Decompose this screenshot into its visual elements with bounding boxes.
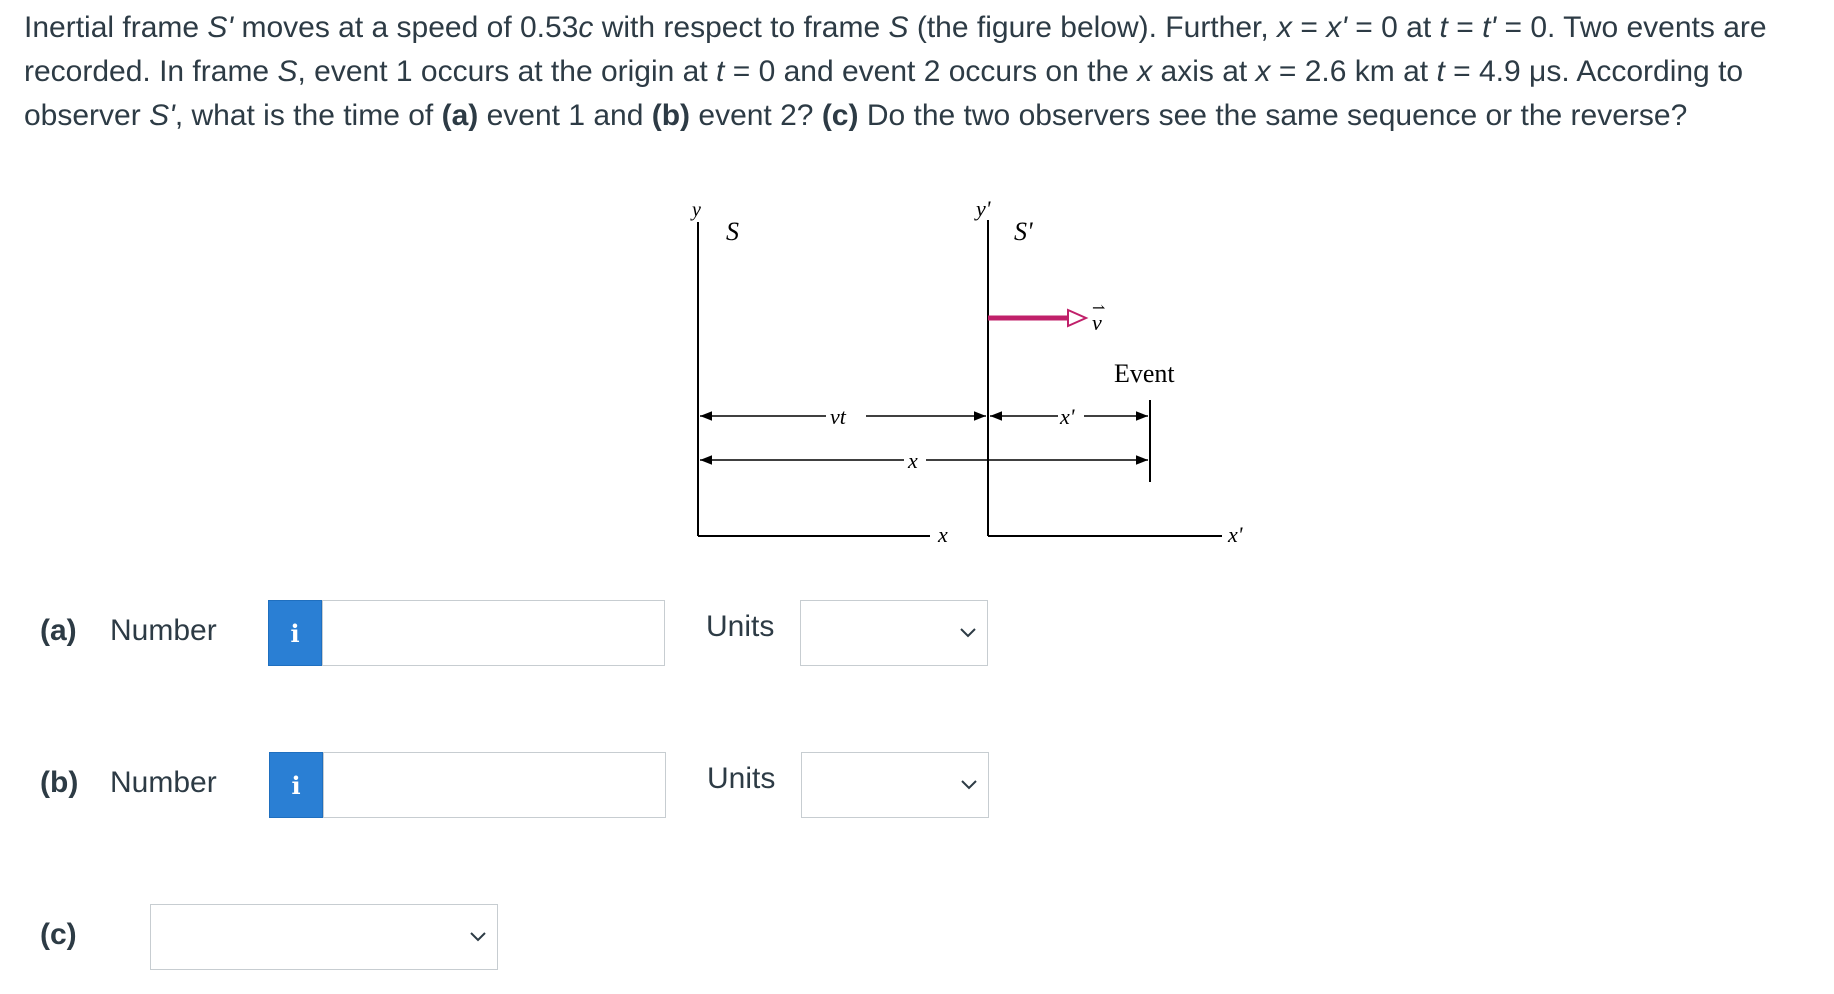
part-c-row: (c): [0, 904, 600, 970]
part-a-info-button[interactable]: i: [268, 600, 322, 666]
part-b-row: (b) Number i Units: [0, 752, 1000, 818]
part-b-number-input[interactable]: [323, 752, 666, 818]
x-dim-label: x: [907, 448, 918, 473]
part-b-units-select[interactable]: [801, 752, 989, 818]
sprime-y-label: y': [974, 196, 991, 221]
xprime-dim-label: x': [1059, 404, 1075, 429]
reference-frames-figure: y S x y' S' x' v ⇀ Event vt x' x: [690, 196, 1243, 547]
part-b-number-label: Number: [110, 766, 217, 799]
part-a-number-label: Number: [110, 614, 217, 647]
velocity-vector-mark: ⇀: [1092, 300, 1105, 317]
vt-label: vt: [830, 404, 847, 429]
part-b-label: (b): [40, 766, 79, 799]
sprime-x-axis-label: x': [1227, 522, 1243, 547]
part-a-units-select[interactable]: [800, 600, 988, 666]
chevron-down-icon: [470, 932, 486, 942]
part-b-units-label: Units: [707, 762, 776, 795]
part-a-label: (a): [40, 614, 77, 647]
part-b-info-button[interactable]: i: [269, 752, 323, 818]
velocity-arrow-head: [1067, 308, 1089, 328]
part-c-label: (c): [40, 918, 77, 951]
chevron-down-icon: [961, 780, 977, 790]
question-text: Inertial frame S' moves at a speed of 0.…: [24, 11, 1767, 132]
event-label: Event: [1114, 359, 1175, 388]
chevron-down-icon: [960, 628, 976, 638]
part-a-number-input[interactable]: [322, 600, 665, 666]
sprime-frame-label: S': [1014, 217, 1033, 246]
part-c-select[interactable]: [150, 904, 498, 970]
part-a-row: (a) Number i Units: [0, 600, 1000, 666]
s-y-label: y: [690, 199, 701, 221]
s-x-axis-label: x: [937, 522, 948, 547]
s-frame-label: S: [726, 217, 739, 246]
part-a-units-label: Units: [706, 610, 775, 643]
